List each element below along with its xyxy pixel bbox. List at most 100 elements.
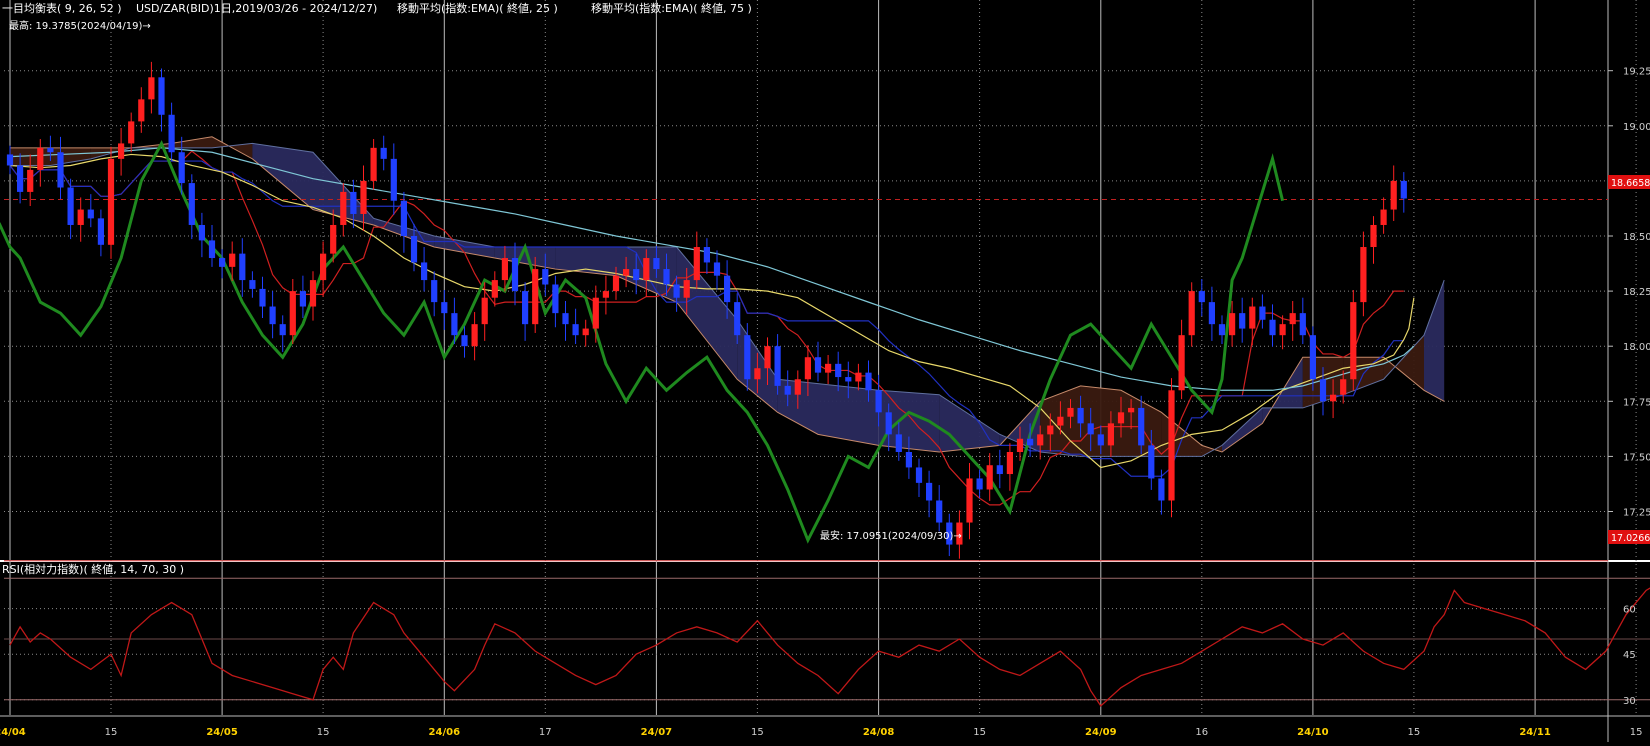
candle-down (239, 253, 246, 281)
x-tick-label: 15 (751, 727, 764, 738)
candle-up (986, 465, 993, 490)
candle-down (1198, 291, 1205, 303)
candle-down (1218, 324, 1226, 336)
candle-up (1178, 335, 1185, 391)
candle-up (1107, 423, 1114, 446)
candle-up (128, 121, 135, 144)
candle-up (1016, 438, 1024, 452)
candle-down (1077, 407, 1084, 424)
candle-up (1006, 452, 1013, 475)
x-tick-label: 15 (1408, 727, 1421, 738)
y-tick-label: 17.75 (1623, 397, 1650, 408)
candle-down (1158, 478, 1165, 501)
y-tick-label: 17.25 (1623, 508, 1650, 519)
x-tick-label: 16 (1195, 727, 1208, 738)
x-tick-label: 24/04 (0, 727, 26, 738)
candle-down (936, 500, 943, 523)
candle-down (259, 288, 266, 307)
candle-down (673, 284, 680, 298)
ema25-label: 移動平均(指数:EMA)( 終値, 25 ) (397, 1, 558, 15)
candle-down (279, 324, 286, 336)
candle-up (683, 280, 690, 298)
candle-down (976, 478, 983, 490)
candle-down (1097, 434, 1104, 446)
candle-up (855, 372, 862, 382)
candle-down (47, 147, 54, 153)
y-tick-label: 18.00 (1623, 342, 1650, 353)
candle-up (582, 328, 589, 336)
candle-down (724, 275, 731, 303)
candle-down (885, 412, 892, 435)
y-tick-label: 19.00 (1623, 122, 1650, 133)
candle-up (643, 258, 650, 281)
candle-down (431, 280, 438, 303)
candle-up (1229, 313, 1236, 336)
candle-down (17, 165, 24, 192)
candle-up (320, 253, 327, 281)
candle-up (501, 258, 508, 281)
rsi-y-tick-label: 45 (1623, 650, 1636, 661)
candle-up (623, 269, 630, 276)
candle-down (633, 269, 640, 281)
current-price-badge-text: 18.6658 (1611, 178, 1650, 189)
candle-down (744, 335, 751, 380)
candle-down (208, 240, 216, 259)
y-tick-label: 19.25 (1623, 67, 1650, 78)
candle-up (592, 297, 599, 329)
candle-down (713, 262, 721, 276)
y-tick-label: 17.50 (1623, 452, 1650, 463)
rsi-y-tick-label: 60 (1623, 605, 1636, 616)
candle-up (1057, 416, 1064, 426)
candle-down (511, 258, 519, 292)
candle-up (1289, 313, 1296, 325)
candle-down (1309, 335, 1316, 380)
candle-up (491, 280, 498, 298)
candle-up (309, 280, 317, 307)
ema75-label: 移動平均(指数:EMA)( 終値, 75 ) (591, 1, 752, 15)
candle-up (602, 291, 609, 298)
candle-down (410, 236, 418, 263)
chart-root: 24/04 15 24/05 15 24/06 17 24/07 15 24/08 15 24/09… (0, 0, 1650, 742)
candle-down (97, 218, 104, 245)
x-tick-label: 15 (317, 727, 330, 738)
candle-down (461, 335, 468, 347)
candle-down (835, 363, 842, 378)
candle-up (148, 77, 155, 100)
chart-svg: 24/04 15 24/05 15 24/06 17 24/07 15 24/08 15 24/09… (0, 0, 1650, 742)
symbol-label: USD/ZAR(BID)1日,2019/03/26 - 2024/12/27) (136, 2, 377, 15)
candle-down (926, 482, 933, 501)
candle-down (1299, 313, 1306, 336)
x-tick-label: 24/10 (1297, 727, 1329, 738)
candle-down (542, 269, 549, 285)
x-tick-label: 24/08 (863, 727, 895, 738)
candle-down (562, 313, 569, 325)
candle-up (1370, 224, 1377, 248)
candle-up (1117, 412, 1125, 424)
candle-down (703, 247, 710, 263)
candle-up (1188, 291, 1195, 336)
candle-down (1027, 438, 1034, 446)
candle-down (996, 465, 1003, 475)
candle-down (1259, 306, 1266, 320)
candle-down (67, 187, 74, 225)
candle-up (27, 169, 34, 192)
candle-down (390, 158, 397, 201)
x-tick-label: 24/05 (206, 727, 238, 738)
candle-down (875, 390, 882, 413)
x-tick-label: 15 (105, 727, 118, 738)
candle-down (1319, 379, 1327, 402)
candle-down (522, 291, 529, 325)
candle-down (168, 114, 175, 153)
candle-down (57, 152, 64, 188)
candle-down (219, 258, 226, 267)
candle-up (1249, 306, 1256, 329)
candle-down (421, 262, 428, 281)
candle-down (1400, 180, 1407, 199)
rsi-y-tick-label: 30 (1623, 696, 1636, 707)
candle-up (1350, 302, 1357, 380)
candle-down (350, 191, 357, 214)
candle-down (905, 452, 912, 468)
x-tick-label: 24/11 (1519, 727, 1551, 738)
candle-up (794, 379, 801, 395)
candle-down (441, 302, 448, 314)
